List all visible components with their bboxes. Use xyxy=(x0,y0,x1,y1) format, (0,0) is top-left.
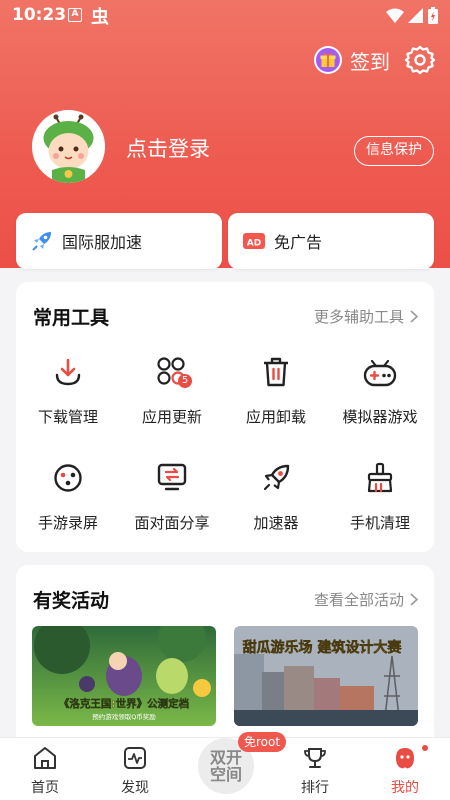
all-events-link[interactable]: 查看全部活动 xyxy=(314,589,418,610)
tool-label: 应用更新 xyxy=(141,408,202,426)
nav-home[interactable]: 首页 xyxy=(10,746,80,797)
chevron-right-icon xyxy=(410,310,418,323)
notification-a-icon: A xyxy=(68,8,82,22)
status-bar: 10:23 A 虫 xyxy=(0,0,450,32)
tool-app-uninstall[interactable]: 应用卸载 xyxy=(224,352,328,427)
tool-download-manager[interactable]: 下载管理 xyxy=(16,352,120,427)
privacy-button[interactable]: 信息保护 xyxy=(354,136,434,166)
event-banner-2-title: 甜瓜游乐场 建筑设计大赛 xyxy=(243,639,403,656)
tool-screen-record[interactable]: 手游录屏 xyxy=(16,458,120,533)
discover-icon xyxy=(124,747,146,769)
no-root-badge: 免root xyxy=(238,732,287,752)
promo-label: 免广告 xyxy=(274,233,323,252)
tool-label: 应用卸载 xyxy=(245,408,306,426)
svg-text:AD: AD xyxy=(247,239,261,249)
tool-label: 面对面分享 xyxy=(134,514,210,532)
checkin-label: 签到 xyxy=(350,49,390,74)
event-banner-melon-playground[interactable]: 甜瓜游乐场 建筑设计大赛 xyxy=(234,626,418,726)
notification-dot xyxy=(422,745,428,751)
all-events-label: 查看全部活动 xyxy=(313,591,404,609)
tools-card: 常用工具 更多辅助工具 下载管理 5 应用更新 应用卸载 模拟器游戏 手游录屏 xyxy=(16,282,434,552)
tool-face-share[interactable]: 面对面分享 xyxy=(120,458,224,533)
chevron-right-icon xyxy=(410,593,418,606)
tool-label: 加速器 xyxy=(253,514,299,532)
ad-icon: AD xyxy=(243,233,265,249)
nav-label: 发现 xyxy=(121,780,149,796)
dual-space-label-2: 空间 xyxy=(209,765,242,784)
more-tools-label: 更多辅助工具 xyxy=(313,308,404,326)
tool-emulator-games[interactable]: 模拟器游戏 xyxy=(328,352,432,427)
update-count-badge: 5 xyxy=(178,374,192,388)
tool-label: 手机清理 xyxy=(349,514,410,532)
trophy-icon xyxy=(304,748,326,768)
battery-icon xyxy=(428,7,438,24)
events-title: 有奖活动 xyxy=(33,590,110,612)
event-banner-rock-kingdom[interactable]: 《洛克王国:世界》公测定档 预约游戏领取Q币奖励 xyxy=(32,626,216,726)
app-update-icon: 5 xyxy=(152,352,192,392)
nav-label: 排行 xyxy=(301,780,329,796)
more-tools-link[interactable]: 更多辅助工具 xyxy=(314,306,418,327)
event-banner-1-subtitle: 预约游戏领取Q币奖励 xyxy=(92,712,156,721)
tool-label: 手游录屏 xyxy=(37,514,98,532)
signal-icon xyxy=(408,8,423,23)
nav-label: 首页 xyxy=(31,780,59,796)
status-time: 10:23 xyxy=(12,5,67,25)
record-icon xyxy=(48,458,88,498)
tool-label: 模拟器游戏 xyxy=(342,408,418,426)
no-ads-button[interactable]: AD 免广告 xyxy=(228,213,434,269)
tool-phone-clean[interactable]: 手机清理 xyxy=(328,458,432,533)
gamepad-icon xyxy=(360,352,400,392)
nav-profile[interactable]: 我的 xyxy=(370,746,440,797)
trash-icon xyxy=(256,352,296,392)
events-card: 有奖活动 查看全部活动 《洛克王国:世界》公测定档 预约游戏领取Q币奖励 甜瓜游… xyxy=(16,565,434,765)
tools-title: 常用工具 xyxy=(33,307,110,329)
intl-server-accelerate-button[interactable]: 国际服加速 xyxy=(16,213,222,269)
promo-label: 国际服加速 xyxy=(62,233,143,252)
rocket-icon xyxy=(32,232,51,251)
rocket-icon xyxy=(256,458,296,498)
home-icon xyxy=(34,747,56,769)
login-link[interactable]: 点击登录 xyxy=(126,133,210,163)
nav-label: 我的 xyxy=(391,780,419,796)
tool-accelerator[interactable]: 加速器 xyxy=(224,458,328,533)
event-banner-1-title: 《洛克王国:世界》公测定档 xyxy=(59,697,189,710)
checkin-button[interactable]: 签到 xyxy=(314,45,390,75)
gift-icon xyxy=(314,46,342,74)
broom-icon xyxy=(360,458,400,498)
tool-app-update[interactable]: 5 应用更新 xyxy=(120,352,224,427)
profile-icon xyxy=(396,748,414,769)
tool-label: 下载管理 xyxy=(37,408,98,426)
avatar[interactable] xyxy=(32,110,105,183)
share-icon xyxy=(152,458,192,498)
gear-icon[interactable] xyxy=(404,44,436,76)
nav-discover[interactable]: 发现 xyxy=(100,746,170,797)
notification-app-icon: 虫 xyxy=(91,7,109,28)
nav-ranking[interactable]: 排行 xyxy=(280,746,350,797)
wifi-icon xyxy=(386,8,404,23)
download-icon xyxy=(48,352,88,392)
